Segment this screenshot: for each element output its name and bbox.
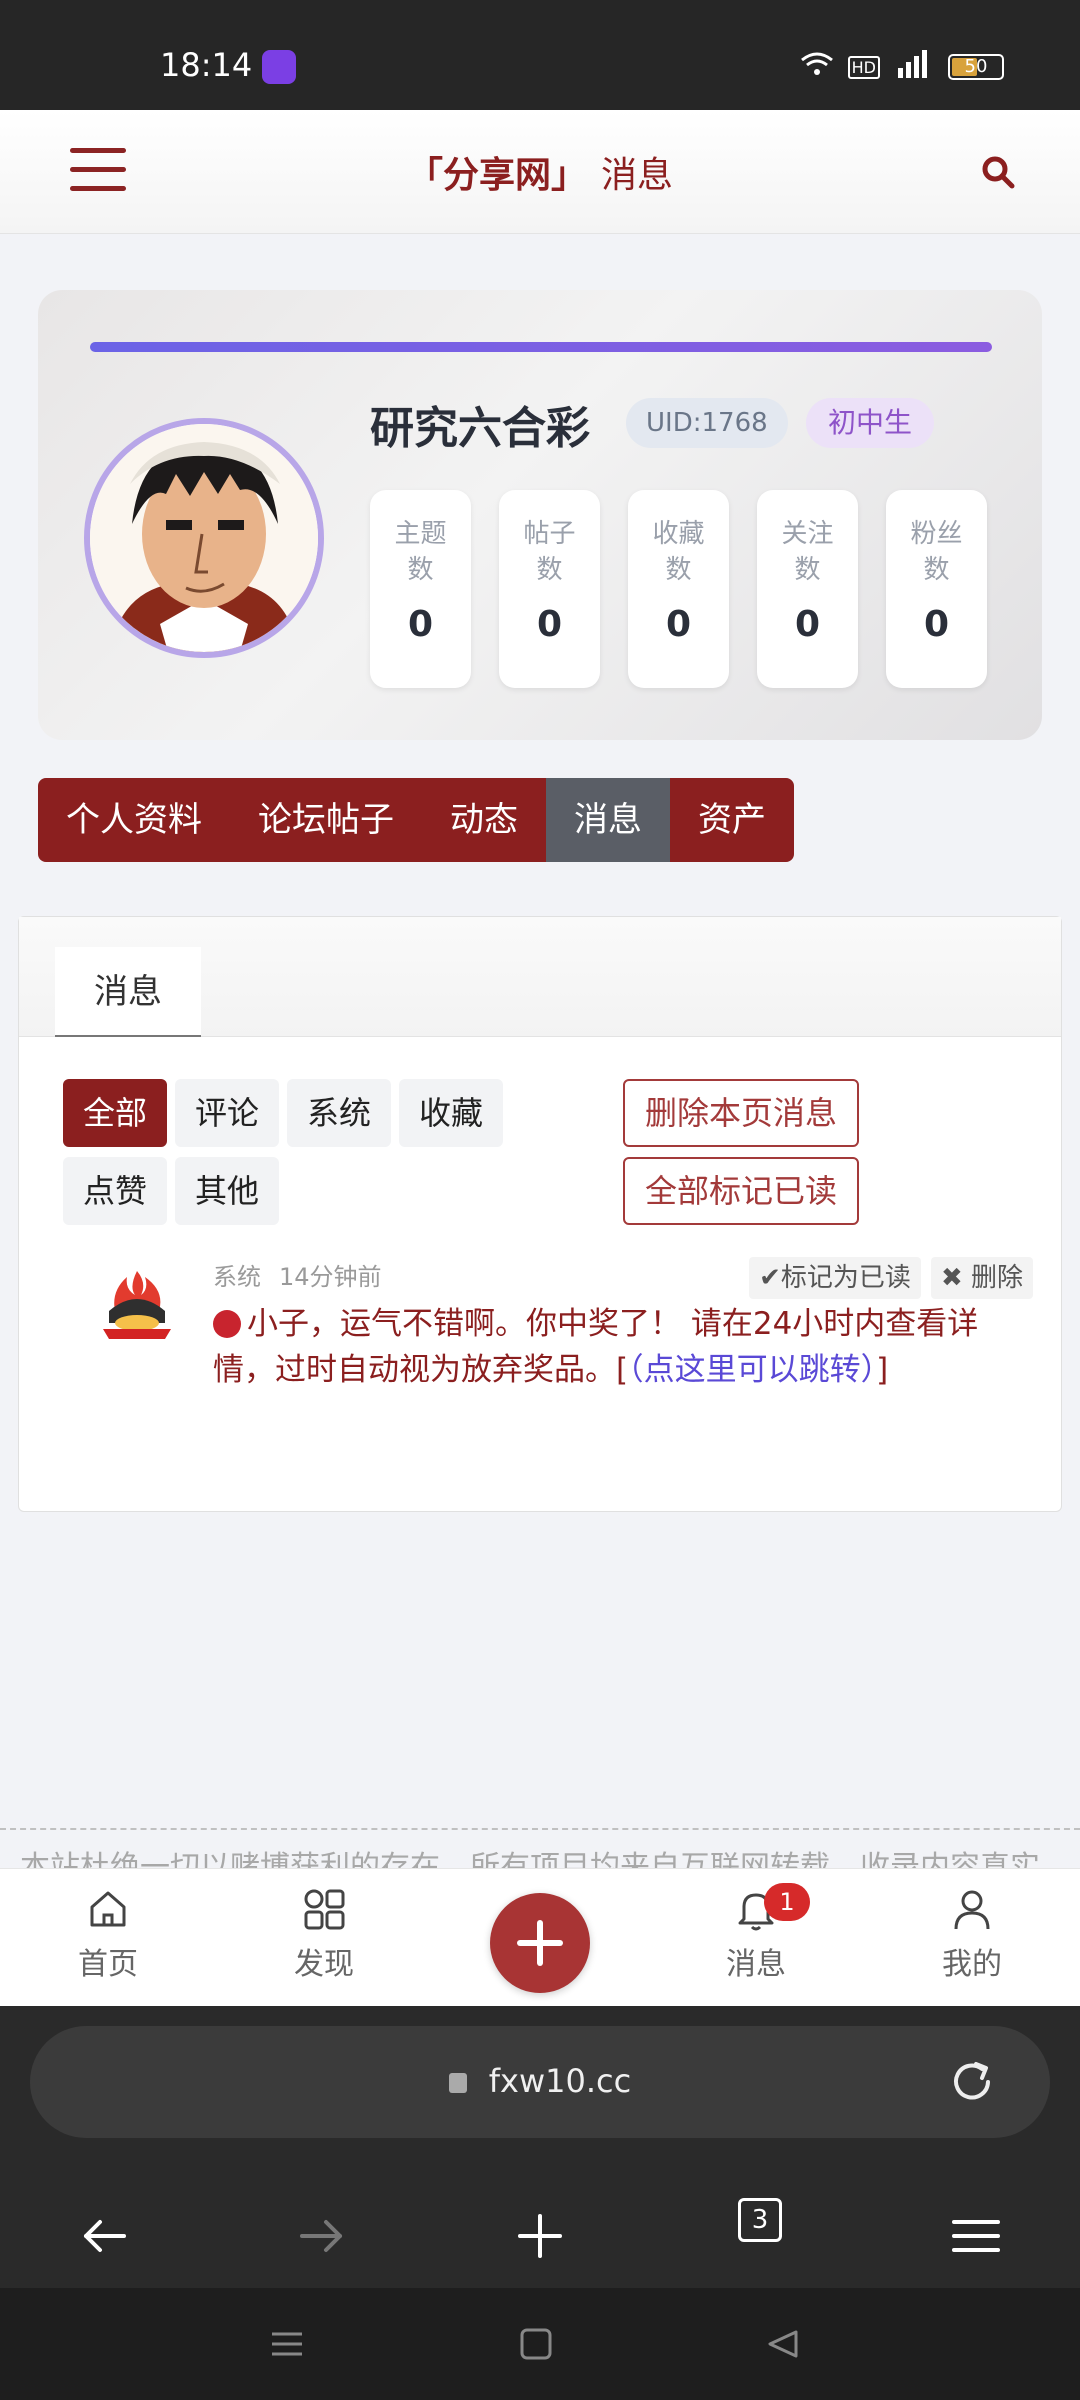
stat-value: 0 — [794, 604, 821, 645]
filter-system[interactable]: 系统 — [287, 1079, 392, 1147]
filter-all[interactable]: 全部 — [63, 1079, 168, 1147]
stat-value: 0 — [923, 604, 950, 645]
user-icon — [950, 1887, 994, 1931]
tab-profile[interactable]: 个人资料 — [38, 778, 230, 862]
message-item: 系统 14分钟前 ✔标记为已读 ✖ 删除 小子，运气不错啊。你中奖了！ 请在24小… — [63, 1257, 1033, 1417]
stat-following[interactable]: 关注数 0 — [757, 490, 858, 688]
profile-card: 研究六合彩 UID:1768 初中生 主题数 0 帖子数 0 收藏数 0 关注数 0 粉… — [38, 290, 1042, 740]
stat-label: 主题数 — [394, 519, 447, 585]
tab-messages[interactable]: 消息 — [546, 778, 670, 862]
url-display: fxw10.cc — [30, 2062, 1050, 2100]
nav-discover[interactable]: 发现 — [264, 1887, 384, 1983]
header-title: 消息 — [601, 155, 674, 196]
filter-favorites[interactable]: 收藏 — [399, 1079, 504, 1147]
nav-messages[interactable]: 1 消息 — [696, 1883, 816, 1983]
tab-count-button[interactable]: 3 — [738, 2198, 782, 2242]
profile-accent-bar — [90, 342, 992, 352]
uid-badge: UID:1768 — [626, 398, 788, 448]
stat-value: 0 — [407, 604, 434, 645]
battery-level: 50 — [964, 56, 988, 77]
grade-badge: 初中生 — [806, 398, 935, 448]
messages-badge: 1 — [764, 1883, 810, 1921]
unread-dot-icon — [213, 1310, 241, 1338]
address-bar[interactable]: fxw10.cc — [30, 2026, 1050, 2138]
status-time: 18:14 — [160, 46, 253, 84]
message-actions: 删除本页消息 全部标记已读 — [623, 1079, 860, 1225]
create-post-button[interactable] — [490, 1893, 590, 1993]
tab-assets[interactable]: 资产 — [670, 778, 794, 862]
profile-username: 研究六合彩 — [370, 403, 590, 454]
stat-value: 0 — [665, 604, 692, 645]
new-tab-plus-icon[interactable] — [510, 2206, 570, 2266]
avatar[interactable] — [84, 418, 324, 658]
forward-arrow-icon — [292, 2206, 352, 2266]
filter-other[interactable]: 其他 — [175, 1157, 280, 1225]
nav-me-label: 我的 — [942, 1947, 1002, 1982]
bottom-nav: 首页 发现 1 消息 我的 — [0, 1868, 1080, 2006]
filter-likes[interactable]: 点赞 — [63, 1157, 168, 1225]
stat-label: 收藏数 — [652, 519, 705, 585]
nav-me[interactable]: 我的 — [912, 1887, 1032, 1983]
tab-forum-posts[interactable]: 论坛帖子 — [230, 778, 422, 862]
message-item-actions: ✔标记为已读 ✖ 删除 — [749, 1257, 1033, 1299]
stat-topics[interactable]: 主题数 0 — [370, 490, 471, 688]
message-time: 14分钟前 — [279, 1263, 382, 1291]
system-message-icon — [99, 1267, 175, 1347]
back-arrow-icon[interactable] — [74, 2206, 134, 2266]
messages-panel: 消息 全部 评论 系统 收藏 点赞 其他 删除本页消息 全部标记已读 系统 14分… — [18, 916, 1062, 1512]
stat-followers[interactable]: 粉丝数 0 — [886, 490, 987, 688]
home-button-icon — [520, 2328, 552, 2360]
tab-activity[interactable]: 动态 — [422, 778, 546, 862]
browser-toolbar: fxw10.cc — [0, 2006, 1080, 2288]
grid-icon — [302, 1887, 346, 1931]
panel-tab-messages[interactable]: 消息 — [55, 947, 201, 1037]
delete-message-button[interactable]: ✖ 删除 — [930, 1257, 1033, 1299]
message-type: 系统 — [213, 1263, 261, 1291]
nav-messages-label: 消息 — [726, 1947, 786, 1982]
status-bar: 18:14 HD 50 — [0, 0, 1080, 110]
nav-discover-label: 发现 — [294, 1947, 354, 1982]
stat-label: 粉丝数 — [910, 519, 963, 585]
nav-home[interactable]: 首页 — [48, 1887, 168, 1983]
message-body: 小子，运气不错啊。你中奖了！ 请在24小时内查看详情，过时自动视为放弃奖品。[（… — [213, 1301, 1023, 1393]
nav-home-label: 首页 — [78, 1947, 138, 1982]
message-meta: 系统 14分钟前 — [213, 1257, 382, 1292]
lock-icon — [448, 2073, 467, 2093]
message-text-end: ] — [876, 1352, 889, 1388]
stat-favorites[interactable]: 收藏数 0 — [628, 490, 729, 688]
profile-tabs: 个人资料 论坛帖子 动态 消息 资产 — [38, 778, 794, 862]
hd-icon: HD — [847, 55, 880, 79]
mark-read-button[interactable]: ✔标记为已读 — [749, 1257, 921, 1299]
signal-icon — [894, 50, 934, 84]
delete-page-messages-button[interactable]: 删除本页消息 — [623, 1079, 860, 1147]
app-notification-icon — [262, 50, 296, 84]
back-triangle-icon — [768, 2330, 798, 2358]
plus-icon — [517, 1920, 563, 1966]
browser-menu-icon[interactable] — [946, 2206, 1006, 2266]
site-header: 「分享网」 消息 — [0, 110, 1080, 234]
filter-comments[interactable]: 评论 — [175, 1079, 280, 1147]
wifi-icon — [800, 51, 834, 83]
stat-value: 0 — [536, 604, 563, 645]
reload-icon[interactable] — [946, 2056, 998, 2108]
message-filters: 全部 评论 系统 收藏 点赞 其他 — [63, 1079, 603, 1225]
search-icon[interactable] — [980, 154, 1016, 190]
home-icon — [86, 1887, 130, 1931]
url-text: fxw10.cc — [488, 2062, 632, 2100]
battery-icon: 50 — [948, 54, 1004, 80]
site-brand: 「分享网」 — [406, 155, 587, 196]
panel-header: 消息 — [19, 917, 1061, 1037]
stat-label: 帖子数 — [523, 519, 576, 585]
page-title: 「分享网」 消息 — [0, 146, 1080, 198]
profile-stats: 主题数 0 帖子数 0 收藏数 0 关注数 0 粉丝数 0 — [370, 490, 987, 688]
message-jump-link[interactable]: （点这里可以跳转） — [628, 1352, 876, 1388]
stat-label: 关注数 — [781, 519, 834, 585]
stat-posts[interactable]: 帖子数 0 — [499, 490, 600, 688]
status-icons: HD 50 — [800, 50, 1004, 84]
mark-all-read-button[interactable]: 全部标记已读 — [623, 1157, 860, 1225]
recents-icon — [272, 2332, 302, 2356]
system-nav-bar — [0, 2288, 1080, 2400]
